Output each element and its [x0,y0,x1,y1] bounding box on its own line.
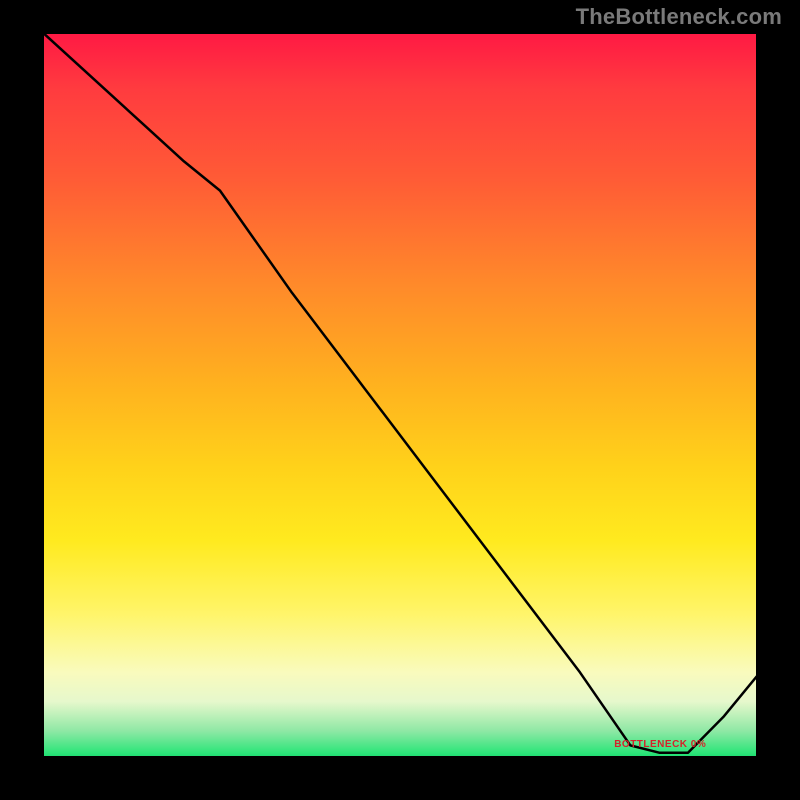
bottleneck-zero-label: BOTTLENECK 0% [614,739,706,750]
plot-gradient-area [40,30,760,760]
chart-frame: TheBottleneck.com BOTTLENECK 0% [0,0,800,800]
watermark-text: TheBottleneck.com [576,4,782,30]
